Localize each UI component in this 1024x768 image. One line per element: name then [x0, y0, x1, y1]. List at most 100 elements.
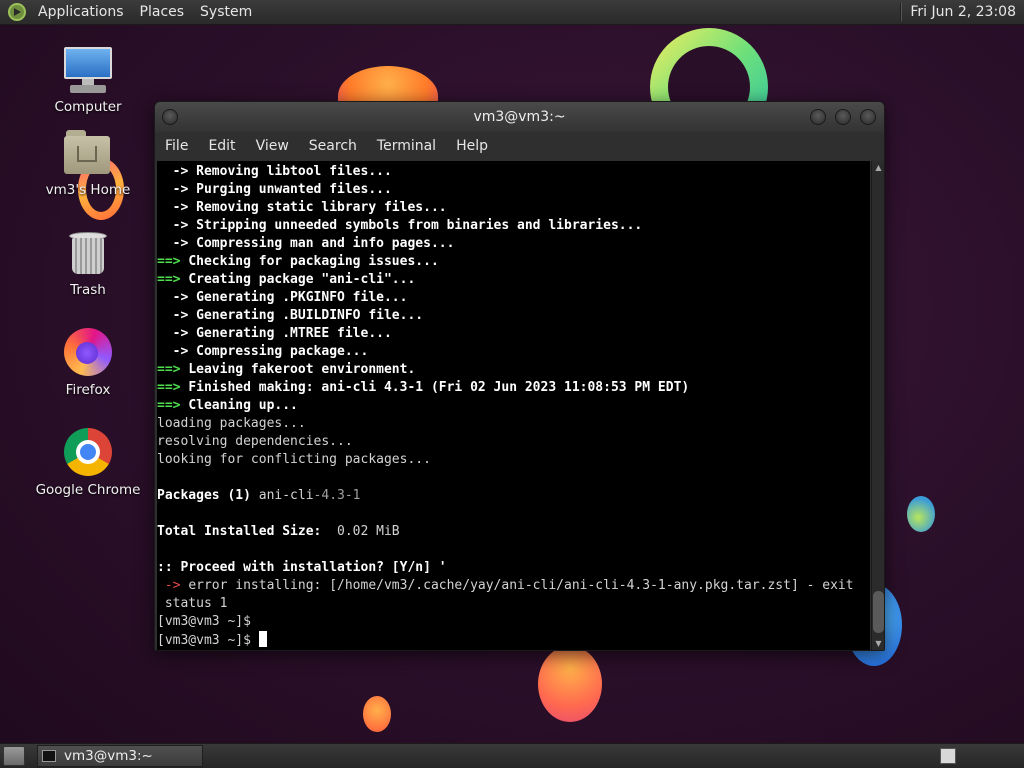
terminal-text: -> [157, 164, 197, 179]
terminal-text: Total Installed Size: [157, 524, 338, 539]
terminal-text: Leaving fakeroot environment. [188, 362, 416, 377]
terminal-line: -> error installing: [/home/vm3/.cache/y… [157, 577, 870, 595]
scroll-down-icon[interactable]: ▼ [872, 637, 884, 650]
terminal-text: status 1 [157, 596, 228, 611]
terminal-text: Cleaning up... [188, 398, 298, 413]
terminal-text: :: [157, 560, 181, 575]
wallpaper-shape [363, 696, 391, 732]
terminal-icon [42, 750, 56, 762]
terminal-line: -> Generating .MTREE file... [157, 325, 870, 343]
desktop-icon-firefox[interactable]: Firefox [33, 328, 143, 398]
terminal-line: Packages (1) ani-cli-4.3-1 [157, 487, 870, 505]
desktop-icon-label: vm3's Home [45, 182, 131, 198]
terminal-text: [vm3@vm3 ~]$ [157, 633, 259, 648]
terminal-text: Purging unwanted files... [196, 182, 392, 197]
terminal-text: Creating package "ani-cli"... [188, 272, 416, 287]
terminal-line: ==> Checking for packaging issues... [157, 253, 870, 271]
terminal-text: Compressing package... [196, 344, 369, 359]
desktop-icon-label: Google Chrome [35, 482, 141, 498]
terminal-window[interactable]: vm3@vm3:~ File Edit View Search Terminal… [154, 101, 885, 651]
terminal-text: loading packages... [157, 416, 306, 431]
terminal-line: ==> Leaving fakeroot environment. [157, 361, 870, 379]
terminal-scrollbar[interactable]: ▲ ▼ [871, 161, 884, 650]
terminal-line: [vm3@vm3 ~]$ [157, 631, 870, 649]
terminal-text: -> [157, 578, 189, 593]
terminal-output[interactable]: -> Removing libtool files... -> Purging … [157, 161, 870, 650]
menu-help[interactable]: Help [448, 138, 496, 154]
desktop-icon-label: Firefox [65, 382, 111, 398]
taskbar-item-label: vm3@vm3:~ [64, 748, 153, 764]
terminal-cursor [258, 631, 267, 647]
terminal-text: -4.3-1 [313, 488, 361, 503]
firefox-icon [62, 328, 114, 378]
taskbar-item-terminal[interactable]: vm3@vm3:~ [37, 745, 203, 767]
scroll-up-icon[interactable]: ▲ [872, 161, 884, 174]
menu-places[interactable]: Places [132, 0, 193, 24]
menu-terminal[interactable]: Terminal [369, 138, 444, 154]
terminal-text: -> [157, 236, 197, 251]
terminal-text: ==> [157, 272, 189, 287]
terminal-text: -> [157, 218, 197, 233]
top-panel-right: Fri Jun 2, 23:08 [900, 0, 1024, 24]
maximize-icon[interactable] [835, 109, 851, 125]
workspace-switcher[interactable] [940, 748, 956, 764]
terminal-menubar: File Edit View Search Terminal Help [155, 132, 884, 160]
terminal-text: ani-cli [258, 488, 314, 503]
terminal-text: resolving dependencies... [157, 434, 353, 449]
desktop-icon-trash[interactable]: Trash [33, 228, 143, 298]
terminal-text: Checking for packaging issues... [188, 254, 439, 269]
menu-edit[interactable]: Edit [200, 138, 243, 154]
terminal-line: ==> Finished making: ani-cli 4.3-1 (Fri … [157, 379, 870, 397]
terminal-line: -> Removing libtool files... [157, 163, 870, 181]
top-panel: Applications Places System Fri Jun 2, 23… [0, 0, 1024, 25]
desktop-icon-computer[interactable]: Computer [33, 45, 143, 115]
terminal-line: ==> Cleaning up... [157, 397, 870, 415]
minimize-icon[interactable] [810, 109, 826, 125]
terminal-line: -> Generating .PKGINFO file... [157, 289, 870, 307]
terminal-text: Proceed with installation? [Y/n] ' [180, 560, 447, 575]
terminal-line: -> Removing static library files... [157, 199, 870, 217]
terminal-text: [vm3@vm3 ~]$ [157, 614, 251, 629]
menu-view[interactable]: View [248, 138, 297, 154]
show-desktop-icon[interactable] [3, 746, 25, 766]
computer-icon [62, 45, 114, 95]
desktop-icon-label: Computer [54, 99, 122, 115]
desktop-icon-label: Trash [70, 282, 106, 298]
close-icon[interactable] [860, 109, 876, 125]
terminal-line: -> Purging unwanted files... [157, 181, 870, 199]
terminal-text: looking for conflicting packages... [157, 452, 431, 467]
terminal-line: -> Stripping unneeded symbols from binar… [157, 217, 870, 235]
wallpaper-shape [907, 496, 935, 532]
desktop-icon-chrome[interactable]: Google Chrome [33, 428, 143, 498]
terminal-text: Finished making: ani-cli 4.3-1 (Fri 02 J… [188, 380, 690, 395]
clock[interactable]: Fri Jun 2, 23:08 [910, 4, 1024, 20]
scroll-thumb[interactable] [873, 591, 884, 633]
terminal-text: -> [157, 182, 197, 197]
terminal-text: Generating .PKGINFO file... [196, 290, 408, 305]
window-title: vm3@vm3:~ [473, 109, 566, 125]
terminal-line: status 1 [157, 595, 870, 613]
terminal-text: ==> [157, 254, 189, 269]
menu-file[interactable]: File [157, 138, 196, 154]
terminal-text: -> [157, 200, 197, 215]
distro-logo-icon[interactable] [8, 3, 26, 21]
terminal-line: -> Compressing man and info pages... [157, 235, 870, 253]
terminal-text: -> [157, 308, 197, 323]
terminal-line: :: Proceed with installation? [Y/n] ' [157, 559, 870, 577]
bottom-panel: vm3@vm3:~ [0, 743, 1024, 768]
window-menu-icon[interactable] [162, 109, 178, 125]
window-titlebar[interactable]: vm3@vm3:~ [155, 102, 884, 132]
desktop-icon-home[interactable]: vm3's Home [33, 128, 143, 198]
terminal-text: Removing libtool files... [196, 164, 392, 179]
terminal-text: 0.02 MiB [337, 524, 400, 539]
terminal-text: -> [157, 290, 197, 305]
menu-search[interactable]: Search [301, 138, 365, 154]
terminal-text: ==> [157, 362, 189, 377]
menu-system[interactable]: System [192, 0, 260, 24]
terminal-line: Total Installed Size: 0.02 MiB [157, 523, 870, 541]
menu-applications[interactable]: Applications [30, 0, 132, 24]
terminal-text: -> [157, 326, 197, 341]
terminal-text: -> [157, 344, 197, 359]
